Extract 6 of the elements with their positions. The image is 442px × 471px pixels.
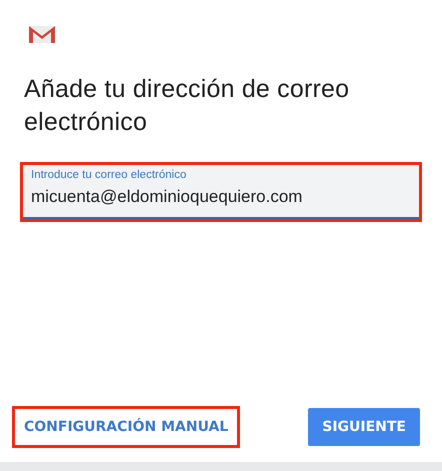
gmail-logo-icon: [28, 24, 56, 44]
manual-setup-button[interactable]: CONFIGURACIÓN MANUAL: [12, 406, 240, 448]
page-title: Añade tu dirección de correo electrónico: [24, 74, 350, 138]
email-field[interactable]: Introduce tu correo electrónico micuenta@eldominioquequiero.com: [20, 162, 422, 222]
field-label: Introduce tu correo electrónico: [31, 169, 188, 181]
next-button[interactable]: SIGUIENTE: [308, 408, 420, 446]
